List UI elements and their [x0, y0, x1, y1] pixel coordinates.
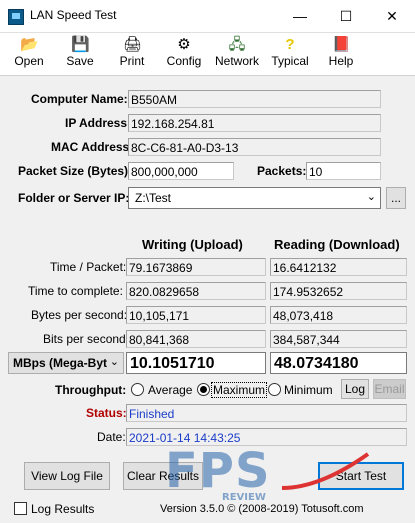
watermark-swoosh-icon: [281, 452, 370, 490]
watermark-subtext: REVIEW: [222, 492, 266, 503]
floppy-disk-icon: 💾: [71, 36, 90, 53]
minimum-radio[interactable]: [268, 383, 281, 396]
folder-server-label: Folder or Server IP:: [18, 191, 130, 205]
folder-server-value: Z:\Test: [135, 191, 172, 205]
write-time-complete-field: 820.0829658: [126, 282, 266, 300]
status-value: Finished: [126, 404, 407, 422]
average-radio[interactable]: [131, 383, 144, 396]
bits-per-second-label: Bits per second:: [43, 332, 130, 346]
log-button[interactable]: Log: [341, 379, 369, 399]
question-mark-icon: ?: [285, 36, 295, 53]
save-button[interactable]: 💾 Save: [60, 35, 100, 73]
date-label: Date:: [97, 430, 126, 444]
maximize-button[interactable]: ☐: [323, 0, 369, 32]
status-label: Status:: [86, 406, 127, 420]
packet-size-label: Packet Size (Bytes):: [18, 164, 133, 178]
bytes-per-second-label: Bytes per second:: [31, 308, 128, 322]
help-book-icon: 📕: [332, 36, 351, 53]
chevron-down-icon[interactable]: ⌄: [367, 190, 376, 203]
packets-input[interactable]: 10: [306, 162, 381, 180]
typical-button[interactable]: ? Typical: [268, 35, 312, 73]
typical-label: Typical: [271, 54, 309, 68]
average-label[interactable]: Average: [148, 383, 192, 397]
view-log-file-button[interactable]: View Log File: [24, 462, 110, 490]
config-label: Config: [166, 54, 202, 68]
minimum-label[interactable]: Minimum: [284, 383, 333, 397]
writing-header: Writing (Upload): [142, 237, 243, 252]
write-bytes-field: 10,105,171: [126, 306, 266, 324]
title-bar: LAN Speed Test — ☐ ✕: [0, 0, 415, 33]
units-select-value: MBps (Mega-Byt: [13, 356, 108, 370]
print-button[interactable]: 🖨 Print: [112, 35, 152, 73]
read-time-packet-field: 16.6412132: [270, 258, 407, 276]
version-text: Version 3.5.0 © (2008-2019) Totusoft.com: [160, 503, 364, 515]
read-bytes-field: 48,073,418: [270, 306, 407, 324]
close-button[interactable]: ✕: [369, 0, 415, 32]
time-packet-label: Time / Packet:: [50, 260, 127, 274]
help-label: Help: [328, 54, 354, 68]
read-bits-field: 384,587,344: [270, 330, 407, 348]
throughput-label: Throughput:: [55, 383, 127, 397]
print-label: Print: [119, 54, 145, 68]
browse-button[interactable]: ...: [386, 187, 406, 209]
mac-address-field: 8C-C6-81-A0-D3-13: [128, 138, 381, 156]
toolbar: 📂 Open 💾 Save 🖨 Print ⚙ Config 🖧 Network…: [0, 33, 415, 76]
computer-name-label: Computer Name:: [31, 92, 128, 106]
config-button[interactable]: ⚙ Config: [162, 35, 206, 73]
units-select[interactable]: MBps (Mega-Byt ⌄: [8, 352, 124, 374]
mac-address-label: MAC Address:: [51, 140, 134, 154]
network-label: Network: [214, 54, 259, 68]
watermark-logo: FPS: [165, 443, 271, 499]
folder-open-icon: 📂: [20, 36, 39, 53]
log-results-label[interactable]: Log Results: [31, 502, 94, 516]
open-button[interactable]: 📂 Open: [8, 35, 50, 73]
folder-server-combo[interactable]: Z:\Test ⌄: [128, 187, 381, 209]
printer-icon: 🖨: [123, 36, 143, 53]
read-time-complete-field: 174.9532652: [270, 282, 407, 300]
packets-label: Packets:: [257, 164, 307, 178]
open-label: Open: [14, 54, 44, 68]
log-results-checkbox[interactable]: [14, 502, 27, 515]
ip-address-field: 192.168.254.81: [128, 114, 381, 132]
network-button[interactable]: 🖧 Network: [212, 35, 262, 73]
save-label: Save: [66, 54, 94, 68]
network-icon: 🖧: [228, 36, 246, 53]
minimize-button[interactable]: —: [277, 0, 323, 32]
app-icon: [8, 9, 24, 25]
time-complete-label: Time to complete:: [28, 284, 123, 298]
maximum-radio[interactable]: [197, 383, 210, 396]
help-button[interactable]: 📕 Help: [324, 35, 358, 73]
packet-size-input[interactable]: 800,000,000: [128, 162, 234, 180]
maximum-label[interactable]: Maximum: [211, 382, 268, 398]
computer-name-field: B550AM: [128, 90, 381, 108]
email-button[interactable]: Email: [373, 379, 406, 399]
chevron-down-icon: ⌄: [109, 356, 119, 368]
window-title: LAN Speed Test: [30, 8, 117, 22]
write-speed-value: 10.1051710: [126, 352, 266, 374]
ip-address-label: IP Address:: [65, 116, 132, 130]
write-bits-field: 80,841,368: [126, 330, 266, 348]
reading-header: Reading (Download): [274, 237, 400, 252]
write-time-packet-field: 79.1673869: [126, 258, 266, 276]
read-speed-value: 48.0734180: [270, 352, 407, 374]
config-icon: ⚙: [177, 36, 191, 53]
